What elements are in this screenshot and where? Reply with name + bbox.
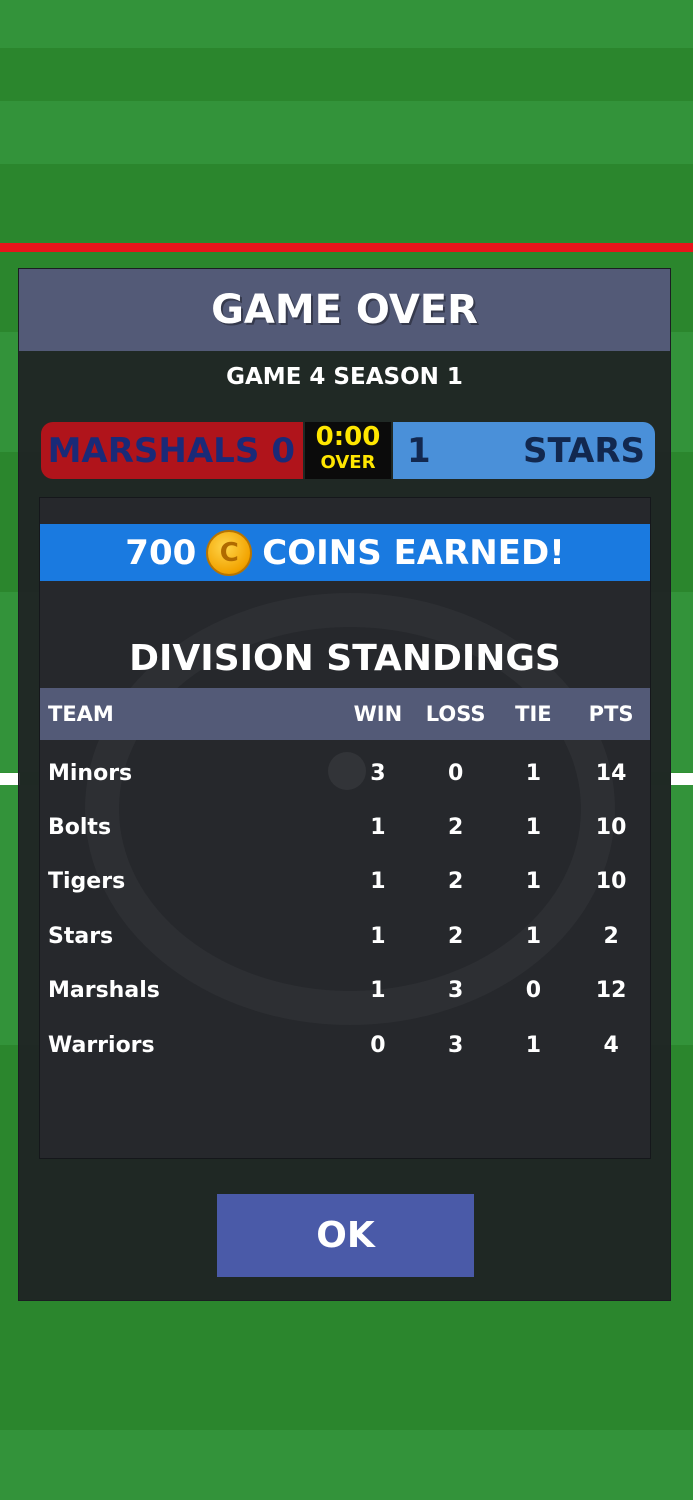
team-ties: 1 xyxy=(525,760,542,786)
header-loss: LOSS xyxy=(425,702,486,726)
field-stripe xyxy=(0,101,693,164)
team-ties: 1 xyxy=(525,869,542,895)
team-name: Minors xyxy=(48,760,133,786)
table-row: Stars 1 2 1 2 xyxy=(40,909,650,963)
team-losses: 2 xyxy=(447,869,464,895)
standings-title: DIVISION STANDINGS xyxy=(129,638,561,679)
team-ties: 1 xyxy=(525,1032,542,1058)
team-ties: 1 xyxy=(525,815,542,841)
table-row: Bolts 1 2 1 10 xyxy=(40,800,650,854)
field-stripe xyxy=(0,1295,693,1430)
home-team-score: 0 xyxy=(271,430,295,471)
halfway-line-left xyxy=(0,773,20,785)
team-points: 10 xyxy=(595,869,627,895)
team-wins: 0 xyxy=(370,1032,386,1058)
team-wins: 1 xyxy=(370,923,386,949)
standings-rows: Minors 3 0 1 14 Bolts 1 2 1 10 Tigers 1 … xyxy=(40,746,650,1072)
table-row: Warriors 0 3 1 4 xyxy=(40,1018,650,1072)
team-losses: 2 xyxy=(447,923,464,949)
home-team-name: MARSHALS xyxy=(47,430,260,471)
ok-button[interactable]: OK xyxy=(217,1194,474,1277)
away-team-score: 1 xyxy=(407,430,431,471)
team-points: 2 xyxy=(603,923,619,949)
coin-icon: C xyxy=(206,529,253,576)
team-ties: 1 xyxy=(525,923,542,949)
home-team-panel: MARSHALS 0 xyxy=(41,422,303,479)
coins-amount: 700 xyxy=(125,532,197,573)
game-over-dialog: GAME OVER GAME 4 SEASON 1 MARSHALS 0 0:0… xyxy=(18,268,671,1301)
team-ties: 0 xyxy=(525,978,542,1004)
team-losses: 3 xyxy=(447,978,464,1004)
header-pts: PTS xyxy=(588,702,634,726)
team-wins: 3 xyxy=(370,760,386,786)
standings-header: TEAM WIN LOSS TIE PTS xyxy=(40,688,650,740)
coins-label: COINS EARNED! xyxy=(262,532,565,573)
team-points: 4 xyxy=(603,1032,619,1058)
team-wins: 1 xyxy=(370,869,386,895)
team-name: Stars xyxy=(48,923,114,949)
game-clock: 0:00 OVER xyxy=(305,422,391,479)
clock-time: 0:00 xyxy=(315,422,381,452)
team-name: Bolts xyxy=(48,815,112,841)
header-tie: TIE xyxy=(515,702,552,726)
team-losses: 2 xyxy=(447,815,464,841)
results-panel: 700 C COINS EARNED! DIVISION STANDINGS T… xyxy=(39,497,651,1159)
team-points: 10 xyxy=(595,815,627,841)
team-wins: 1 xyxy=(370,978,386,1004)
table-row: Minors 3 0 1 14 xyxy=(40,746,650,800)
team-points: 14 xyxy=(595,760,627,786)
team-name: Tigers xyxy=(48,869,126,895)
table-row: Tigers 1 2 1 10 xyxy=(40,855,650,909)
away-team-name: STARS xyxy=(522,430,645,471)
coins-earned-banner: 700 C COINS EARNED! xyxy=(40,524,650,581)
table-row: Marshals 1 3 0 12 xyxy=(40,964,650,1018)
field-stripe xyxy=(0,164,693,243)
game-subtitle: GAME 4 SEASON 1 xyxy=(226,364,463,390)
team-points: 12 xyxy=(595,978,627,1004)
clock-status: OVER xyxy=(320,452,376,473)
field-stripe xyxy=(0,0,693,48)
header-win: WIN xyxy=(353,702,403,726)
halfway-line-right xyxy=(670,773,693,785)
field-stripe xyxy=(0,1430,693,1500)
field-stripe xyxy=(0,48,693,101)
team-name: Warriors xyxy=(48,1032,155,1058)
team-losses: 3 xyxy=(447,1032,464,1058)
dialog-header: GAME OVER xyxy=(19,269,670,351)
dialog-title: GAME OVER xyxy=(211,287,478,333)
scoreboard: MARSHALS 0 0:00 OVER 1 STARS xyxy=(41,422,655,479)
team-losses: 0 xyxy=(447,760,464,786)
goal-line xyxy=(0,243,693,252)
team-wins: 1 xyxy=(370,815,386,841)
team-name: Marshals xyxy=(48,978,160,1004)
away-team-panel: 1 STARS xyxy=(393,422,655,479)
header-team: TEAM xyxy=(48,702,114,726)
